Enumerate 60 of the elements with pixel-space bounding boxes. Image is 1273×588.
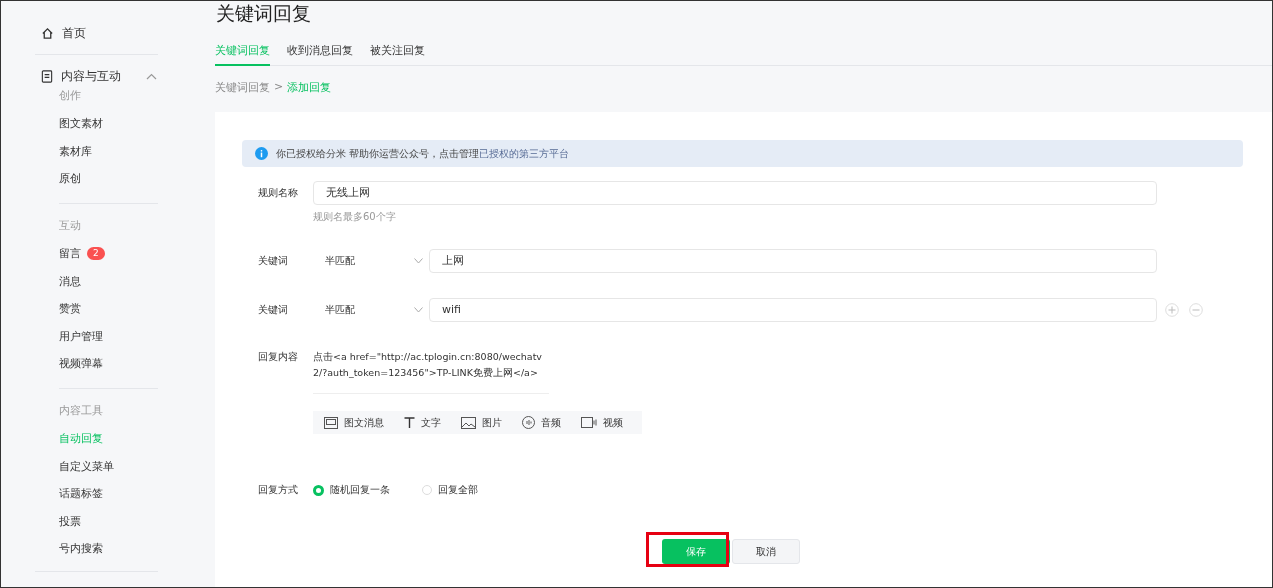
breadcrumb-link[interactable]: 关键词回复 — [215, 80, 270, 95]
sidebar-item[interactable]: 留言 — [59, 246, 81, 262]
field-label: 规则名称 — [258, 186, 299, 200]
sidebar-item[interactable]: 用户管理 — [59, 328, 103, 344]
reply-content-editor[interactable]: 点击<a href="http://ac.tplogin.cn:8080/wechatv2/?auth_token=123456">TP-LINK免费上网</a> — [313, 349, 549, 394]
sidebar-item[interactable]: 话题标签 — [59, 486, 103, 502]
chevron-icon — [414, 258, 423, 264]
nav-group-header[interactable]: 内容与互动 — [41, 66, 157, 86]
keyword-field[interactable]: 上网 — [429, 249, 1157, 273]
text-icon — [404, 417, 415, 428]
field-label: 关键词 — [258, 254, 289, 268]
info-icon — [255, 147, 268, 160]
remove-icon[interactable] — [1189, 303, 1203, 317]
media-type-button[interactable]: 视频 — [581, 415, 623, 430]
section-heading: 创作 — [59, 88, 82, 104]
notice-link[interactable]: 已授权的第三方平台 — [479, 146, 570, 161]
sidebar-item[interactable]: 号内搜索 — [59, 541, 103, 557]
sidebar-item[interactable]: 消息 — [59, 273, 81, 289]
media-type-button[interactable]: 音频 — [522, 415, 561, 430]
media-type-button[interactable]: 图片 — [461, 415, 502, 430]
add-icon[interactable] — [1165, 303, 1179, 317]
chevron-icon — [146, 72, 157, 80]
home-nav-item[interactable]: 首页 — [41, 23, 157, 43]
tab[interactable]: 被关注回复 — [370, 41, 425, 66]
match-type-dropdown[interactable]: 半匹配 — [313, 249, 429, 273]
count-badge: 2 — [87, 247, 105, 261]
field-label: 回复方式 — [258, 483, 299, 497]
rule-name-field[interactable]: 无线上网 — [313, 181, 1157, 205]
audio-icon — [522, 416, 535, 429]
radio-option[interactable]: 随机回复一条 — [313, 483, 390, 497]
sidebar-item[interactable]: 原创 — [59, 171, 81, 187]
image-icon — [461, 416, 476, 429]
breadcrumb-separator: > — [274, 80, 284, 95]
field-hint: 规则名最多60个字 — [313, 210, 397, 224]
sidebar-item[interactable]: 视频弹幕 — [59, 356, 103, 372]
message-icon — [324, 416, 338, 429]
breadcrumb-current: 添加回复 — [287, 80, 332, 95]
radio-button[interactable] — [313, 484, 324, 496]
page-title: 关键词回复 — [215, 1, 312, 25]
section-heading: 互动 — [59, 217, 82, 234]
field-label: 关键词 — [258, 303, 289, 317]
sidebar-item[interactable]: 素材库 — [59, 143, 92, 159]
notice-text: 你已授权给分米 帮助你运营公众号，点击管理 — [276, 146, 480, 161]
radio-option[interactable]: 回复全部 — [422, 483, 478, 497]
chevron-icon — [414, 307, 423, 313]
keyword-field[interactable]: wifi — [429, 298, 1157, 322]
sidebar-item[interactable]: 图文素材 — [59, 116, 103, 132]
section-heading: 内容工具 — [59, 402, 104, 419]
match-type-dropdown[interactable]: 半匹配 — [313, 298, 429, 322]
sidebar-item[interactable]: 投票 — [59, 513, 81, 529]
media-type-button[interactable]: 文字 — [404, 415, 441, 430]
field-label: 回复内容 — [258, 350, 299, 364]
sidebar-item[interactable]: 自定义菜单 — [59, 458, 114, 474]
sidebar-item[interactable]: 赞赏 — [59, 301, 81, 317]
video-icon — [581, 417, 597, 428]
tab[interactable]: 收到消息回复 — [287, 41, 353, 66]
media-type-button[interactable]: 图文消息 — [324, 415, 384, 430]
cancel-button[interactable]: 取消 — [731, 539, 800, 564]
home-icon — [41, 26, 54, 40]
document-icon — [41, 69, 53, 83]
